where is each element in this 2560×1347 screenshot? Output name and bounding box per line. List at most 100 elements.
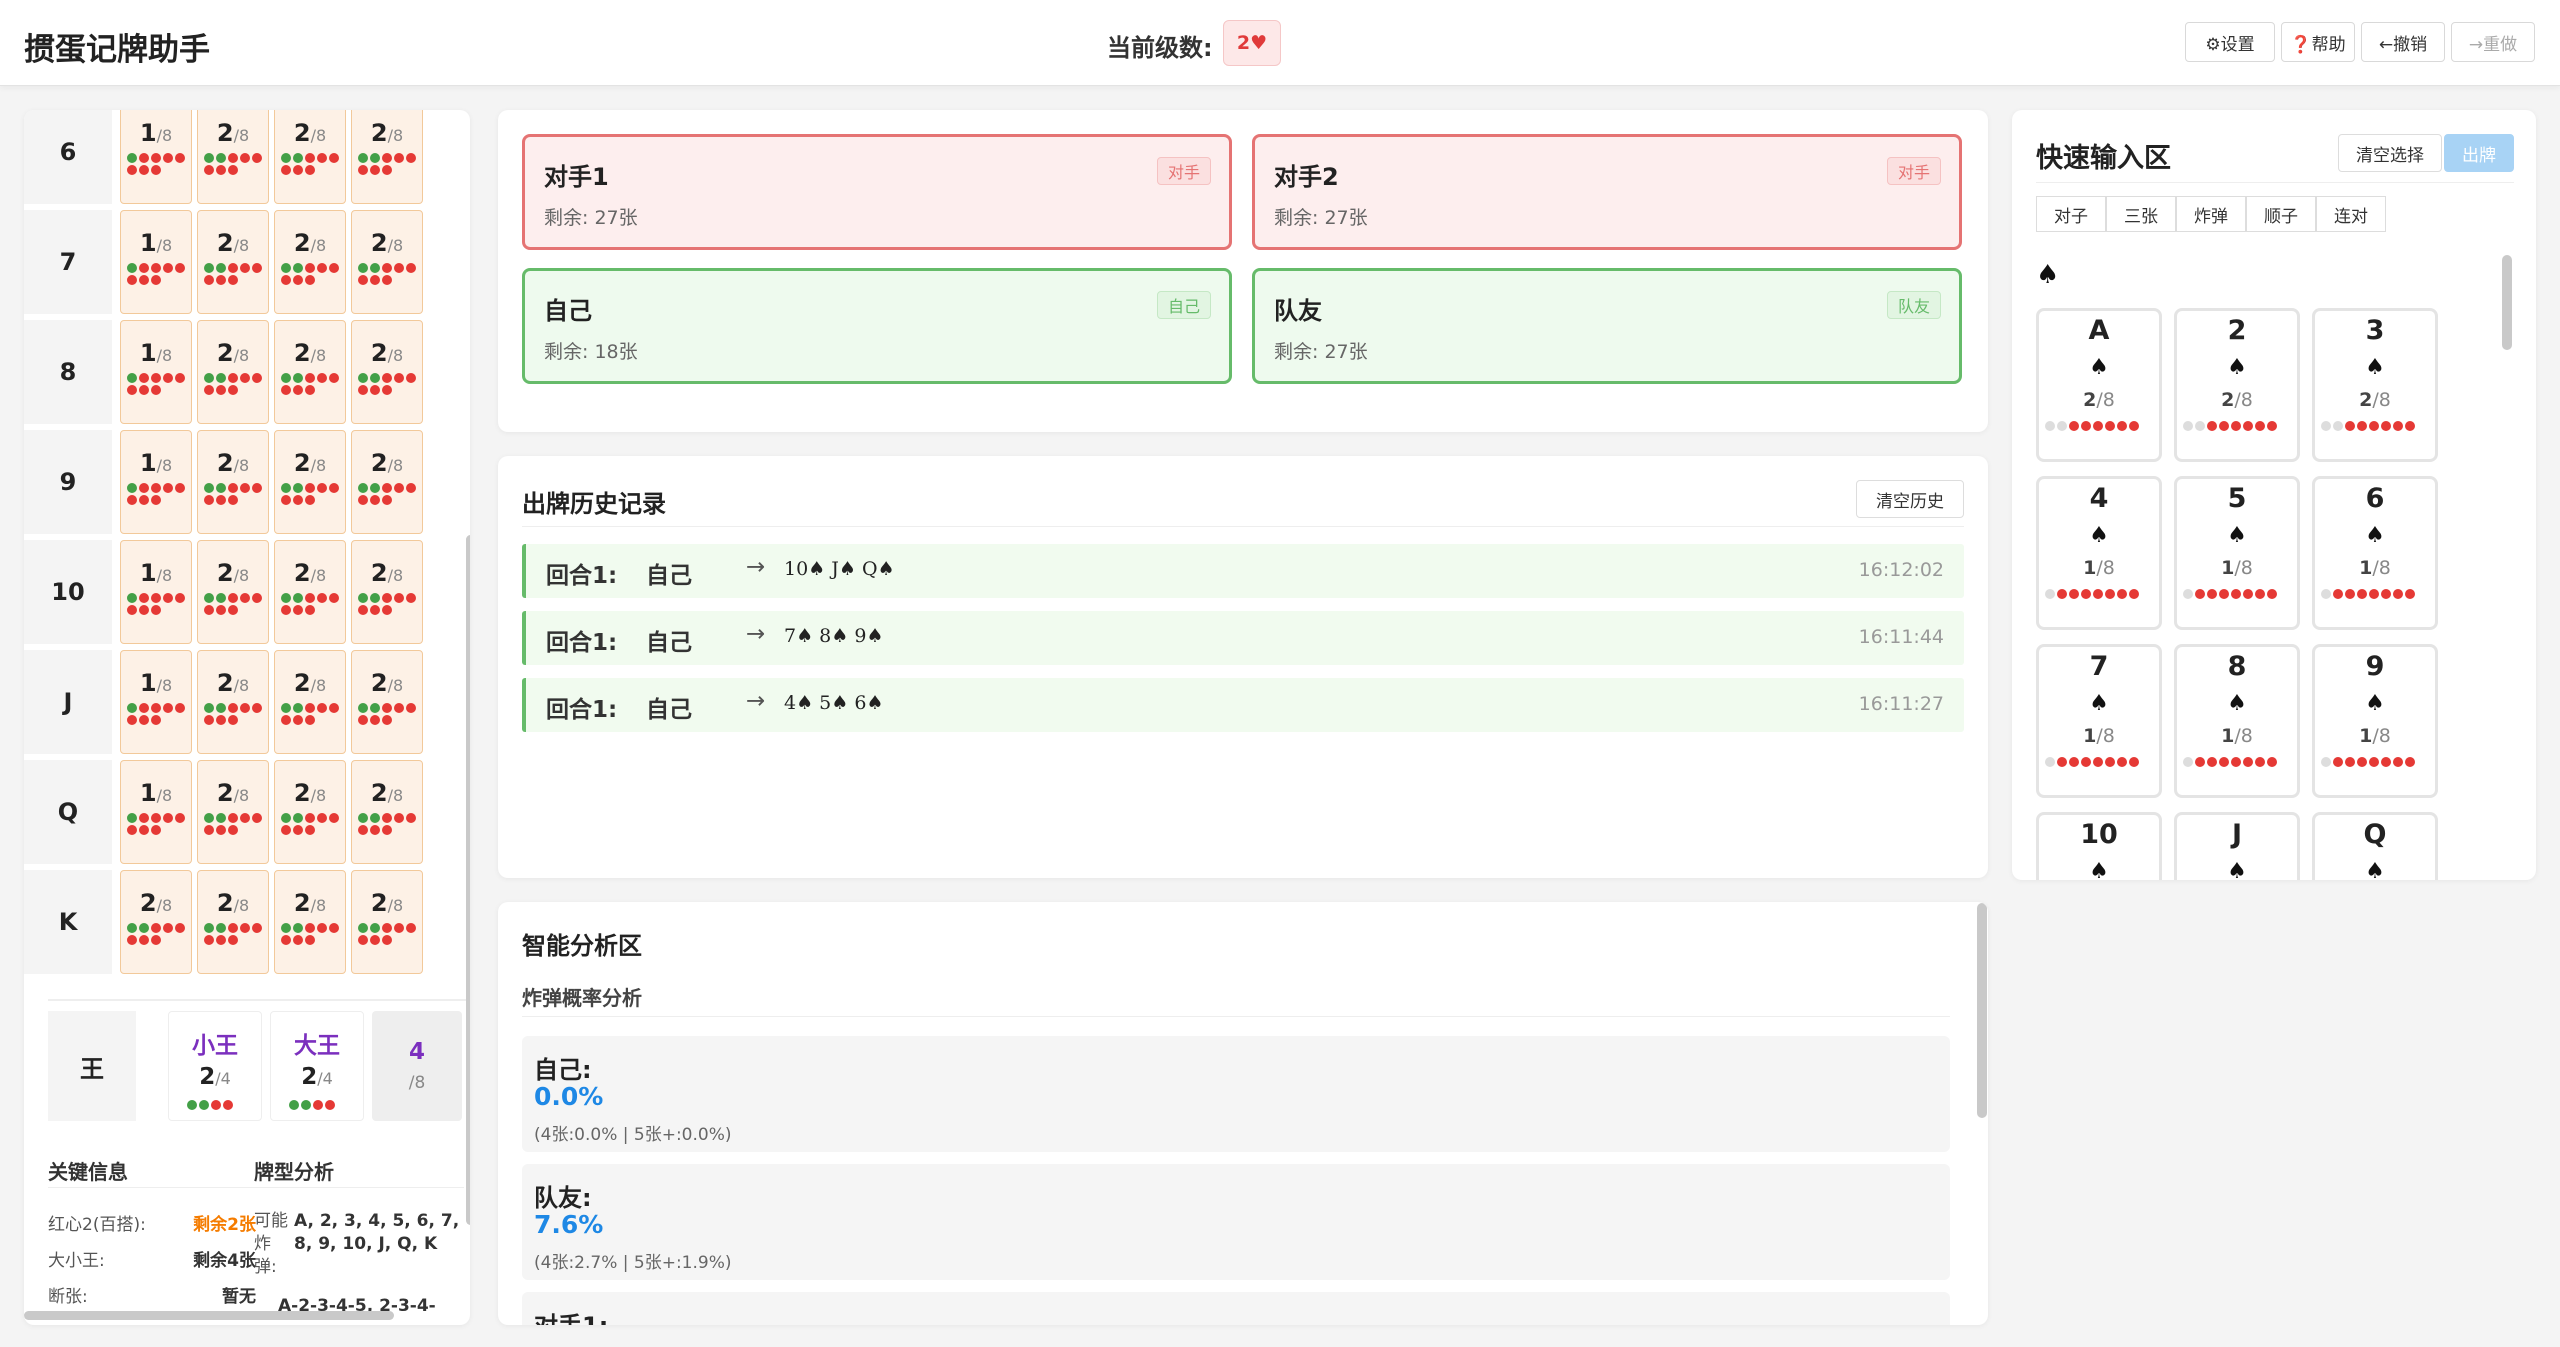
dot <box>139 495 149 505</box>
dot <box>2345 757 2355 767</box>
mode-tab[interactable]: 顺子 <box>2246 196 2316 232</box>
suit-count-cell[interactable]: 1/8 <box>120 430 192 534</box>
suit-count-cell[interactable]: 2/8 <box>274 110 346 204</box>
vertical-scrollbar[interactable] <box>2502 255 2512 350</box>
history-entry: 回合1: 自己 → 4♠ 5♠ 6♠ 16:11:27 <box>522 678 1964 732</box>
count-dots <box>127 483 187 505</box>
quick-card[interactable]: 7 ♠ 1/8 <box>2036 644 2162 798</box>
count-denominator: /8 <box>233 896 250 915</box>
player-card-opponent1[interactable]: 对手1 剩余: 27张 对手 <box>522 134 1232 250</box>
dot <box>382 275 392 285</box>
suit-count-cell[interactable]: 2/8 <box>274 870 346 974</box>
redo-button[interactable]: →重做 <box>2451 22 2535 62</box>
quick-card[interactable]: 6 ♠ 1/8 <box>2312 476 2438 630</box>
quick-card[interactable]: 5 ♠ 1/8 <box>2174 476 2300 630</box>
suit-count-cell[interactable]: 2/8 <box>197 650 269 754</box>
count-denominator: /8 <box>310 236 327 255</box>
dot <box>216 703 226 713</box>
horizontal-scrollbar[interactable] <box>24 1311 394 1320</box>
small-joker-cell[interactable]: 小王 2/4 <box>168 1011 262 1121</box>
remaining-count: 2 <box>216 449 234 477</box>
key-info-value: 剩余4张 <box>193 1251 256 1271</box>
dot <box>358 495 368 505</box>
suit-count-cell[interactable]: 2/8 <box>197 320 269 424</box>
quick-card[interactable]: Q ♠ <box>2312 812 2438 880</box>
suit-count-cell[interactable]: 2/8 <box>351 870 423 974</box>
dot <box>2393 589 2403 599</box>
suit-count-cell[interactable]: 2/8 <box>351 540 423 644</box>
rank-label: J <box>24 650 112 754</box>
mode-tab[interactable]: 三张 <box>2106 196 2176 232</box>
count-dots <box>127 593 187 615</box>
suit-count-cell[interactable]: 2/8 <box>274 760 346 864</box>
help-button[interactable]: ❓帮助 <box>2281 22 2355 62</box>
play-cards-button[interactable]: 出牌 <box>2444 134 2514 172</box>
suit-count-cell[interactable]: 2/8 <box>274 650 346 754</box>
suit-count-cell[interactable]: 1/8 <box>120 110 192 204</box>
spade-suit-icon: ♠ <box>2036 260 2060 290</box>
level-badge[interactable]: 2♥ <box>1223 20 1281 66</box>
player-card-self[interactable]: 自己 剩余: 18张 自己 <box>522 268 1232 384</box>
dot <box>281 825 291 835</box>
suit-count-cell[interactable]: 1/8 <box>120 210 192 314</box>
quick-card[interactable]: A ♠ 2/8 <box>2036 308 2162 462</box>
quick-card[interactable]: 4 ♠ 1/8 <box>2036 476 2162 630</box>
suit-count-cell[interactable]: 2/8 <box>351 320 423 424</box>
dot <box>151 813 161 823</box>
card-count-text: 1/8 <box>2315 557 2435 579</box>
vertical-scrollbar[interactable] <box>1977 903 1987 1118</box>
mode-tab[interactable]: 炸弹 <box>2176 196 2246 232</box>
suit-count-cell[interactable]: 1/8 <box>120 760 192 864</box>
suit-count-cell[interactable]: 2/8 <box>274 430 346 534</box>
dot <box>370 605 380 615</box>
settings-button[interactable]: ⚙设置 <box>2185 22 2275 62</box>
suit-count-cell[interactable]: 2/8 <box>197 760 269 864</box>
dot <box>151 703 161 713</box>
suit-count-cell[interactable]: 2/8 <box>351 210 423 314</box>
suit-count-cell[interactable]: 1/8 <box>120 650 192 754</box>
dot <box>127 275 137 285</box>
dot <box>204 605 214 615</box>
suit-count-cell[interactable]: 2/8 <box>274 540 346 644</box>
suit-count-cell[interactable]: 2/8 <box>351 430 423 534</box>
big-joker-dots <box>289 1100 335 1110</box>
suit-count-cell[interactable]: 2/8 <box>274 210 346 314</box>
quick-card[interactable]: 2 ♠ 2/8 <box>2174 308 2300 462</box>
clear-selection-button[interactable]: 清空选择 <box>2338 134 2442 172</box>
clear-history-button[interactable]: 清空历史 <box>1856 480 1964 518</box>
player-card-opponent2[interactable]: 对手2 剩余: 27张 对手 <box>1252 134 1962 250</box>
mode-tab[interactable]: 对子 <box>2036 196 2106 232</box>
remaining-count: 2 <box>293 449 311 477</box>
history-time: 16:11:44 <box>1858 626 1944 648</box>
player-card-teammate[interactable]: 队友 剩余: 27张 队友 <box>1252 268 1962 384</box>
history-time: 16:12:02 <box>1858 559 1944 581</box>
suit-count-cell[interactable]: 1/8 <box>120 540 192 644</box>
suit-count-cell[interactable]: 2/8 <box>120 870 192 974</box>
dot <box>406 153 416 163</box>
undo-button[interactable]: ←撤销 <box>2361 22 2445 62</box>
suit-count-cell[interactable]: 2/8 <box>197 870 269 974</box>
quick-card[interactable]: 8 ♠ 1/8 <box>2174 644 2300 798</box>
analysis-player: 自己: <box>534 1056 592 1084</box>
suit-count-cell[interactable]: 2/8 <box>351 760 423 864</box>
suit-count-cell[interactable]: 2/8 <box>351 110 423 204</box>
quick-card[interactable]: J ♠ <box>2174 812 2300 880</box>
quick-card[interactable]: 3 ♠ 2/8 <box>2312 308 2438 462</box>
rank-label: 7 <box>24 210 112 314</box>
suit-count-cell[interactable]: 1/8 <box>120 320 192 424</box>
dot <box>228 813 238 823</box>
suit-count-cell[interactable]: 2/8 <box>351 650 423 754</box>
big-joker-cell[interactable]: 大王 2/4 <box>270 1011 364 1121</box>
suit-count-cell[interactable]: 2/8 <box>274 320 346 424</box>
quick-card[interactable]: 9 ♠ 1/8 <box>2312 644 2438 798</box>
dot <box>175 813 185 823</box>
suit-count-cell[interactable]: 2/8 <box>197 430 269 534</box>
rank-row: Q 1/8 2/8 2/8 2/8 <box>24 760 464 866</box>
vertical-scrollbar[interactable] <box>466 535 470 1225</box>
suit-count-cell[interactable]: 2/8 <box>197 110 269 204</box>
mode-tab[interactable]: 连对 <box>2316 196 2386 232</box>
quick-card[interactable]: 10 ♠ <box>2036 812 2162 880</box>
suit-count-cell[interactable]: 2/8 <box>197 210 269 314</box>
suit-count-cell[interactable]: 2/8 <box>197 540 269 644</box>
dot <box>151 605 161 615</box>
